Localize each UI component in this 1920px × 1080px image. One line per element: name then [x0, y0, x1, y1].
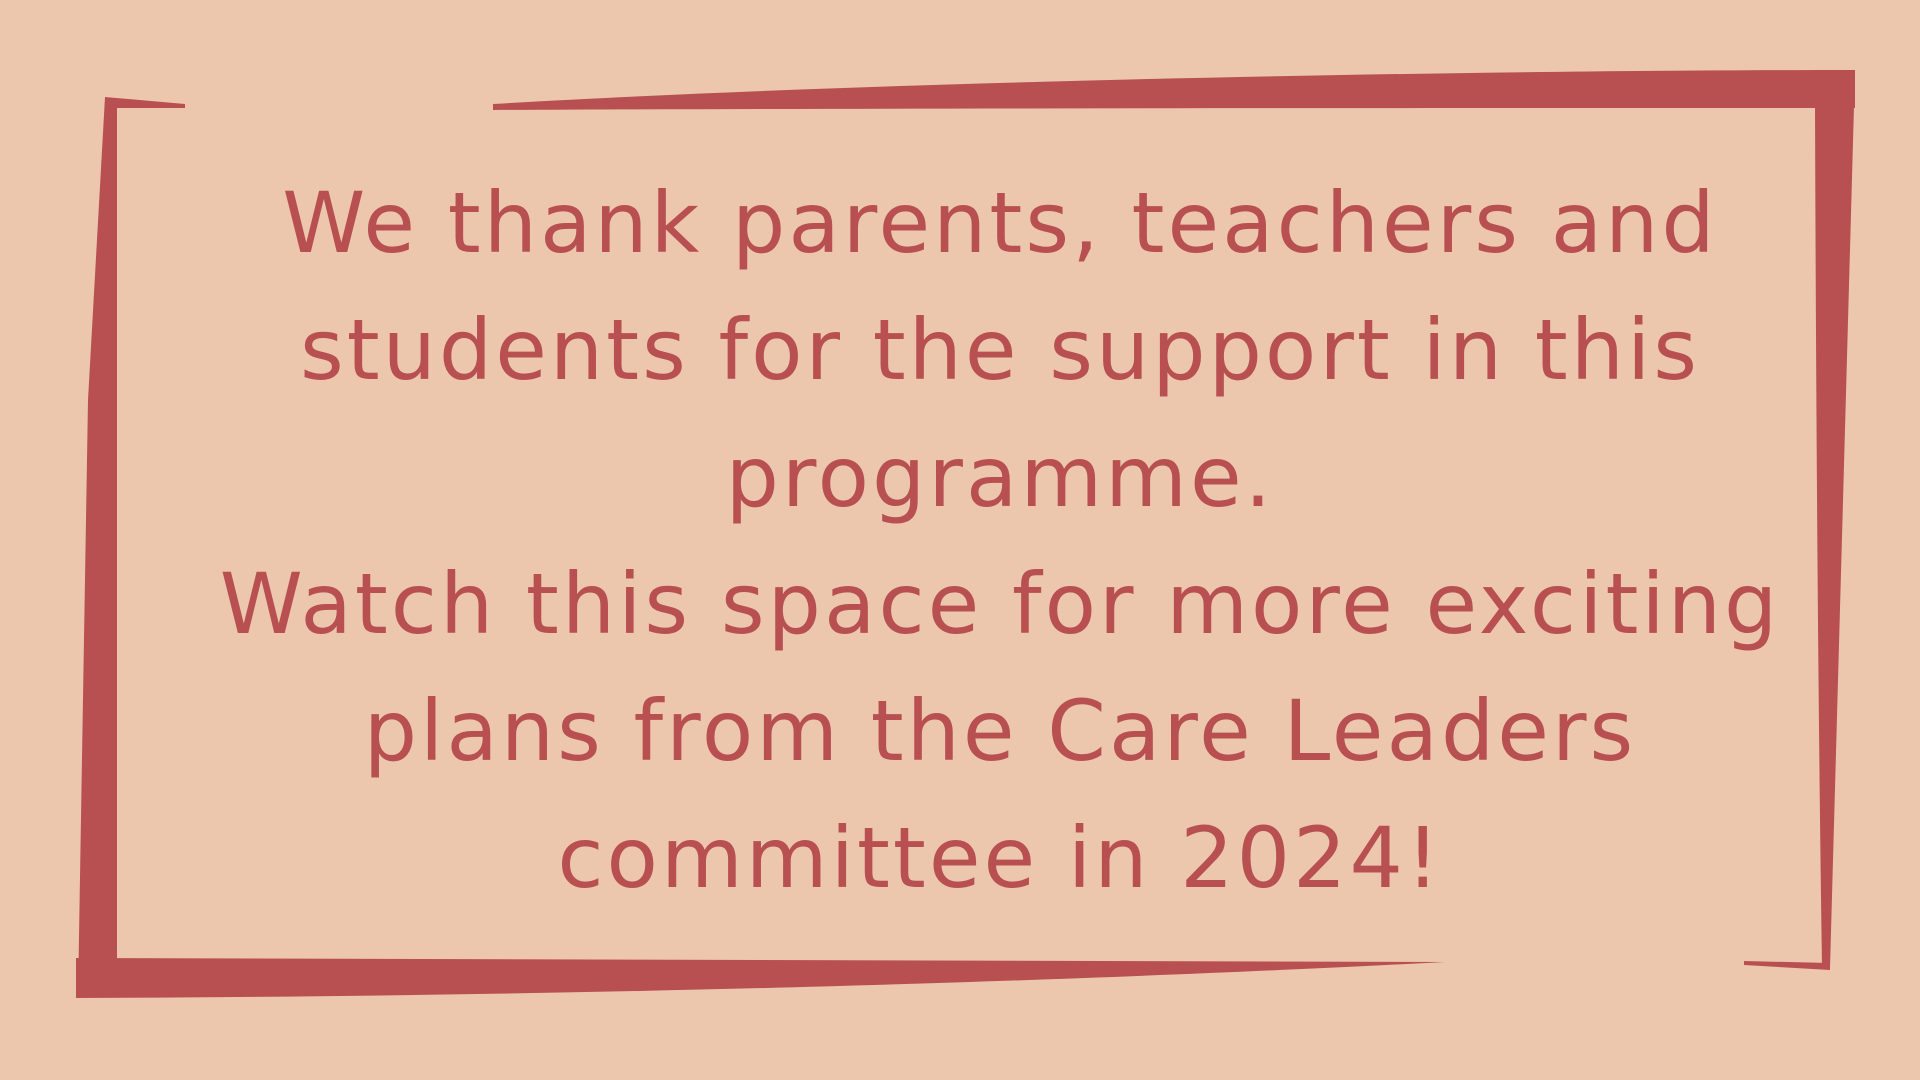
thank-you-message: We thank parents, teachers and students … — [170, 160, 1830, 922]
message-line: Watch this space for more exciting — [219, 555, 1781, 653]
message-line: committee in 2024! — [557, 809, 1443, 907]
frame-top-stroke — [493, 70, 1855, 110]
message-line: plans from the Care Leaders — [363, 682, 1637, 780]
message-line: students for the support in this — [299, 301, 1701, 399]
message-line: We thank parents, teachers and — [282, 174, 1718, 272]
slide: We thank parents, teachers and students … — [0, 0, 1920, 1080]
message-line: programme. — [725, 428, 1275, 526]
frame-left-stroke — [78, 97, 117, 996]
frame-bottom-stroke — [76, 958, 1445, 998]
frame-bottom-right-stroke — [1744, 961, 1830, 970]
